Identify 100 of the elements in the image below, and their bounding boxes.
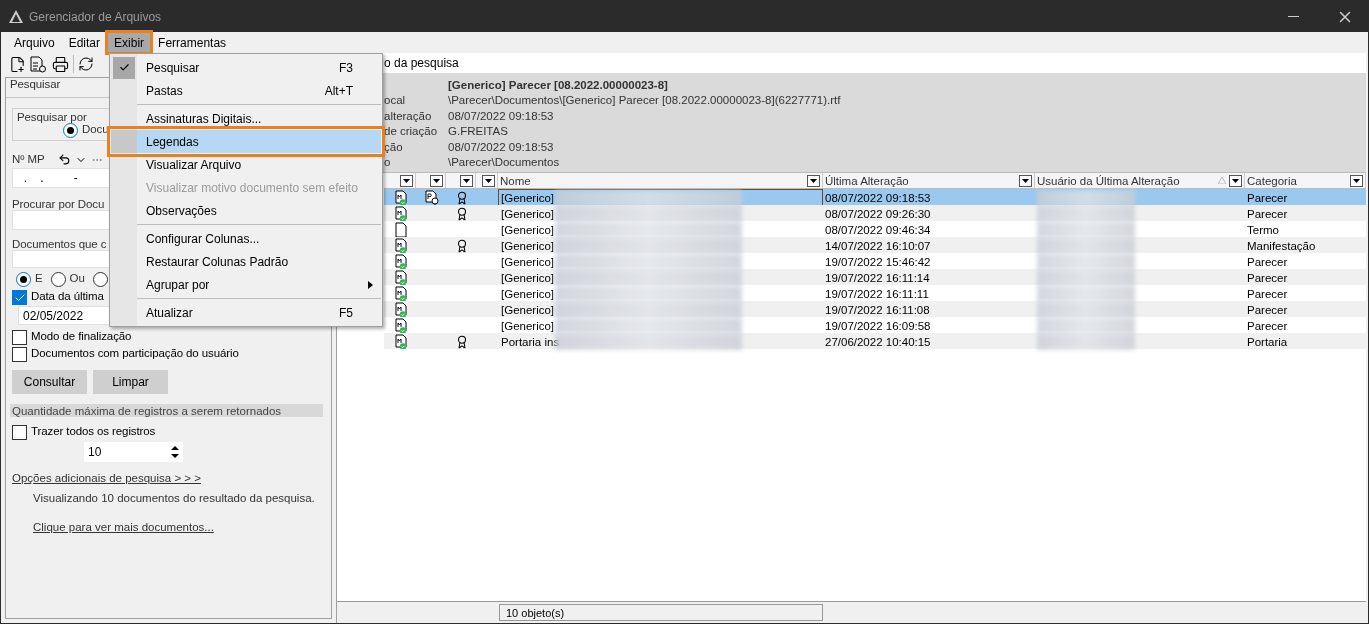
filter-dropdown[interactable] xyxy=(482,174,495,187)
menu-entry[interactable]: Observações xyxy=(111,199,381,222)
table-cell-text: [Generico] xyxy=(500,224,555,236)
results-info: Visualizando 10 documentos do resultado da pesquisa. xyxy=(33,492,316,504)
detail-label: o xyxy=(384,156,392,169)
checkbox-label: Modo de finalização xyxy=(31,330,132,342)
detail-value: 08/07/2022 09:18:53 xyxy=(448,109,554,122)
detail-label: de criação xyxy=(384,125,439,138)
table-cell: 08/07/2022 09:26:30 xyxy=(825,208,931,220)
dropdown-arrow-icon xyxy=(1022,178,1029,183)
menu-item[interactable]: Ferramentas xyxy=(151,32,234,53)
dropdown-arrow-icon xyxy=(433,178,440,183)
action-button[interactable]: Consultar xyxy=(12,370,87,394)
table-cell: Portaria xyxy=(1247,336,1288,348)
table-cell: 08/07/2022 09:46:34 xyxy=(825,224,931,236)
document-icon xyxy=(395,222,407,238)
table-cell-text: [Generico] xyxy=(500,208,555,220)
refresh-icon[interactable] xyxy=(78,56,94,72)
more-options-link[interactable]: Opções adicionais de pesquisa > > > xyxy=(12,472,327,484)
radio-button[interactable] xyxy=(50,272,66,287)
detail-value: \Parecer\Documentos xyxy=(448,156,560,169)
filter-dropdown[interactable] xyxy=(430,174,443,187)
table-cell: Parecer xyxy=(1247,192,1288,204)
radio-label: Ou xyxy=(69,272,85,284)
radio-button[interactable] xyxy=(63,123,78,138)
more-documents-link[interactable]: Clique para ver mais documentos... xyxy=(33,521,327,533)
signed-document-icon xyxy=(395,270,407,286)
checkbox[interactable] xyxy=(12,290,27,305)
menu-entry[interactable]: Pastas Alt+T xyxy=(111,79,381,102)
radio-label: E xyxy=(35,272,43,284)
field-label: Documentos que c xyxy=(12,238,107,250)
print-icon[interactable] xyxy=(52,55,69,73)
column-header[interactable]: Categoria xyxy=(1247,174,1347,187)
menu-entry[interactable]: Agrupar por xyxy=(111,273,381,296)
table-row[interactable]: [Generico] 08/07/2022 09:26:30 Parecer xyxy=(384,205,1366,221)
signed-document-icon xyxy=(395,238,407,254)
detail-value: \Parecer\Documentos\[Generico] Parecer [08.2022.00000023-8](6227771).rtf xyxy=(448,94,841,107)
filter-dropdown[interactable] xyxy=(1019,174,1032,187)
table-cell: 08/07/2022 09:18:53 xyxy=(825,192,931,204)
table-cell: Parecer xyxy=(1247,272,1288,284)
menu-item[interactable]: Editar xyxy=(61,32,108,53)
checkbox[interactable] xyxy=(12,330,27,345)
column-header[interactable]: Última Alteração xyxy=(825,174,1016,187)
table-cell: Parecer xyxy=(1247,320,1288,332)
table-cell: Parecer xyxy=(1247,208,1288,220)
table-cell-text: [Generico] xyxy=(500,272,555,284)
filter-dropdown[interactable] xyxy=(460,174,473,187)
filter-dropdown[interactable] xyxy=(807,174,820,187)
number-spinner[interactable]: 10 xyxy=(84,442,183,462)
menu-entry[interactable]: Pesquisar F3 xyxy=(111,56,381,79)
signed-document-icon xyxy=(395,254,407,270)
menu-entry[interactable]: Atualizar F5 xyxy=(111,301,381,324)
table-cell: 19/07/2022 16:09:58 xyxy=(825,320,931,332)
document-link-icon[interactable] xyxy=(30,55,48,73)
column-header[interactable]: Usuário da Última Alteração xyxy=(1037,174,1215,187)
new-file-icon[interactable] xyxy=(9,55,26,73)
menu-item[interactable]: Arquivo xyxy=(7,32,62,53)
filter-dropdown[interactable] xyxy=(1350,174,1363,187)
radio-button[interactable] xyxy=(16,272,31,287)
dropdown-arrow-icon xyxy=(1353,178,1360,183)
signed-document-icon xyxy=(395,206,407,222)
table-row[interactable]: [Generico] 14/07/2022 16:10:07 Manifestação xyxy=(384,237,1366,253)
dropdown-arrow-icon xyxy=(810,178,817,183)
signed-document-icon xyxy=(395,302,407,318)
logo-icon xyxy=(9,10,23,23)
checkbox-label: Data da última xyxy=(31,290,104,302)
table-row[interactable]: [Generico] 19/07/2022 16:11:08 Parecer xyxy=(384,301,1366,317)
field-label: Nº MP xyxy=(12,153,46,165)
checkbox[interactable] xyxy=(12,347,27,362)
menu-entry[interactable]: Configurar Colunas... xyxy=(111,227,381,250)
filter-dropdown[interactable] xyxy=(400,174,413,187)
dropdown-arrow-icon xyxy=(463,178,470,183)
menu-item[interactable]: Exibir xyxy=(107,32,152,53)
table-cell: Parecer xyxy=(1247,304,1288,316)
field-label: Procurar por Docu xyxy=(12,198,105,210)
table-row[interactable]: [Generico] 19/07/2022 16:11:14 Parecer xyxy=(384,269,1366,285)
dropdown-arrow-icon xyxy=(403,178,410,183)
table-cell-text: [Generico] xyxy=(500,304,555,316)
details-title: [Generico] Parecer [08.2022.00000023-8] xyxy=(448,78,668,91)
menu-entry[interactable]: Visualizar Arquivo xyxy=(111,153,381,176)
checkbox-label: Documentos com participação do usuário xyxy=(31,347,239,359)
checkbox-label: Trazer todos os registros xyxy=(31,425,156,437)
action-button[interactable]: Limpar xyxy=(93,370,168,394)
signed-document-icon xyxy=(395,318,407,334)
menu-entry[interactable]: Assinaturas Digitais... xyxy=(111,107,381,130)
checkbox[interactable] xyxy=(12,425,27,440)
spin-arrows-icon[interactable] xyxy=(171,445,179,459)
detail-label: alteração xyxy=(384,109,433,122)
detail-label: ção xyxy=(384,140,404,153)
table-cell: 19/07/2022 15:46:42 xyxy=(825,256,931,268)
undo-icon[interactable] xyxy=(58,153,71,166)
radio-button[interactable] xyxy=(92,272,108,287)
table-row[interactable]: [Generico] 08/07/2022 09:18:53 Parecer xyxy=(384,189,1366,205)
column-header[interactable]: Nome xyxy=(500,174,804,187)
table-cell: 19/07/2022 16:11:11 xyxy=(825,288,929,300)
signed-document-icon xyxy=(395,286,407,302)
menu-entry[interactable]: Restaurar Colunas Padrão xyxy=(111,250,381,273)
filter-dropdown[interactable] xyxy=(1229,174,1242,187)
table-row[interactable]: Portaria ins 27/06/2022 10:40:15 Portaria xyxy=(384,333,1366,349)
detail-value: G.FREITAS xyxy=(448,125,508,138)
